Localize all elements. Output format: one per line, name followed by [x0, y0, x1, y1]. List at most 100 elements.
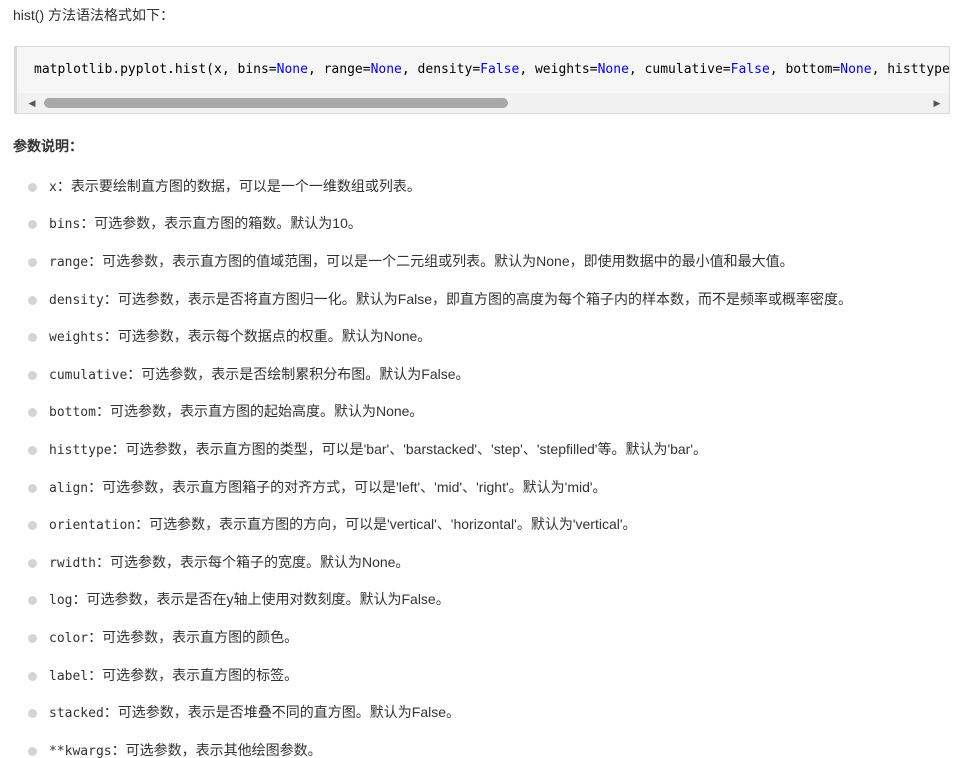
param-row: range：可选参数，表示直方图的值域范围，可以是一个二元组或列表。默认为Non… [49, 251, 794, 273]
list-item: x：表示要绘制直方图的数据，可以是一个一维数组或列表。 [0, 168, 954, 206]
bullet-icon [28, 370, 37, 380]
list-item: stacked：可选参数，表示是否堆叠不同的直方图。默认为False。 [0, 694, 954, 732]
bullet-icon [28, 295, 37, 305]
param-name: color [49, 630, 89, 646]
param-row: rwidth：可选参数，表示每个箱子的宽度。默认为None。 [49, 552, 409, 574]
code-keyword: None [597, 62, 629, 77]
param-name: bottom [49, 405, 96, 421]
scroll-right-arrow-icon[interactable]: ▶ [927, 93, 947, 113]
scroll-left-arrow-icon[interactable]: ◀ [22, 93, 42, 113]
param-description: ：可选参数，表示直方图的标签。 [88, 666, 299, 683]
param-list: x：表示要绘制直方图的数据，可以是一个一维数组或列表。 bins：可选参数，表示直… [0, 168, 954, 758]
bullet-icon [28, 633, 37, 643]
param-description: ：表示要绘制直方图的数据，可以是一个一维数组或列表。 [56, 177, 421, 194]
bullet-icon [28, 220, 37, 230]
param-description: ：可选参数，表示直方图的起始高度。默认为None。 [95, 403, 424, 420]
param-name: x [49, 179, 57, 195]
param-name: **kwargs [49, 743, 112, 758]
section-title: 参数说明： [13, 138, 83, 154]
bullet-icon [28, 746, 37, 756]
list-item: density：可选参数，表示是否将直方图归一化。默认为False，即直方图的高… [0, 281, 954, 319]
param-row: bins：可选参数，表示直方图的箱数。默认为10。 [49, 213, 362, 235]
scrollbar-thumb[interactable] [44, 98, 508, 108]
param-row: bottom：可选参数，表示直方图的起始高度。默认为None。 [49, 401, 423, 423]
param-name: align [49, 480, 89, 496]
bullet-icon [28, 521, 37, 531]
param-description: ：可选参数，表示其他绘图参数。 [111, 741, 322, 758]
param-description: ：可选参数，表示直方图的箱数。默认为10。 [80, 215, 362, 232]
param-row: histtype：可选参数，表示直方图的类型，可以是'bar'、'barstac… [49, 439, 707, 461]
param-description: ：可选参数，表示直方图的方向，可以是'vertical'、'horizontal… [135, 516, 637, 533]
bullet-icon [28, 408, 37, 418]
bullet-icon [28, 596, 37, 606]
param-name: histtype [49, 442, 112, 458]
code-text: , range= [307, 62, 371, 77]
param-description: ：可选参数，表示是否堆叠不同的直方图。默认为False。 [103, 704, 461, 721]
code-text: , density= [401, 62, 481, 77]
code-text: , weights= [519, 62, 598, 77]
list-item: range：可选参数，表示直方图的值域范围，可以是一个二元组或列表。默认为Non… [0, 243, 954, 281]
param-row: **kwargs：可选参数，表示其他绘图参数。 [49, 740, 322, 758]
param-row: stacked：可选参数，表示是否堆叠不同的直方图。默认为False。 [49, 702, 460, 724]
code-keyword: None [840, 62, 872, 77]
list-item: orientation：可选参数，表示直方图的方向，可以是'vertical'、… [0, 506, 954, 544]
code-text: matplotlib.pyplot.hist(x, bins= [34, 62, 277, 77]
param-name: cumulative [49, 367, 128, 383]
list-item: **kwargs：可选参数，表示其他绘图参数。 [0, 732, 954, 758]
param-row: cumulative：可选参数，表示是否绘制累积分布图。默认为False。 [49, 364, 470, 386]
list-item: bins：可选参数，表示直方图的箱数。默认为10。 [0, 206, 954, 244]
list-item: histtype：可选参数，表示直方图的类型，可以是'bar'、'barstac… [0, 431, 954, 469]
param-description: ：可选参数，表示直方图箱子的对齐方式，可以是'left'、'mid'、'righ… [88, 478, 607, 495]
param-description: ：可选参数，表示每个箱子的宽度。默认为None。 [95, 553, 410, 570]
code-text: , cumulative= [628, 62, 731, 77]
param-row: density：可选参数，表示是否将直方图归一化。默认为False，即直方图的高… [49, 289, 852, 311]
code-keyword: False [730, 62, 770, 77]
param-row: x：表示要绘制直方图的数据，可以是一个一维数组或列表。 [49, 176, 421, 198]
list-item: cumulative：可选参数，表示是否绘制累积分布图。默认为False。 [0, 356, 954, 394]
param-name: label [49, 668, 89, 684]
param-name: bins [49, 217, 81, 233]
param-name: orientation [49, 518, 136, 534]
param-row: label：可选参数，表示直方图的标签。 [49, 665, 298, 687]
list-item: align：可选参数，表示直方图箱子的对齐方式，可以是'left'、'mid'、… [0, 469, 954, 507]
list-item: rwidth：可选参数，表示每个箱子的宽度。默认为None。 [0, 544, 954, 582]
bullet-icon [28, 709, 37, 719]
param-row: weights：可选参数，表示每个数据点的权重。默认为None。 [49, 326, 431, 348]
code-text: , histtype= [871, 62, 950, 77]
param-row: align：可选参数，表示直方图箱子的对齐方式，可以是'left'、'mid'、… [49, 477, 607, 499]
param-name: density [49, 292, 104, 308]
param-description: ：可选参数，表示是否在y轴上使用对数刻度。默认为False。 [72, 591, 450, 608]
code-text: , bottom= [769, 62, 841, 77]
list-item: color：可选参数，表示直方图的颜色。 [0, 619, 954, 657]
param-name: stacked [49, 706, 104, 722]
param-description: ：可选参数，表示是否绘制累积分布图。默认为False。 [127, 365, 470, 382]
param-row: orientation：可选参数，表示直方图的方向，可以是'vertical'、… [49, 514, 637, 536]
code-keyword: None [276, 62, 308, 77]
param-name: log [49, 593, 73, 609]
horizontal-scrollbar[interactable]: ◀ ▶ [17, 93, 949, 113]
code-keyword: False [480, 62, 520, 77]
param-name: rwidth [49, 555, 96, 571]
bullet-icon [28, 182, 37, 192]
code-line: matplotlib.pyplot.hist(x, bins=None, ran… [34, 61, 950, 79]
code-block: matplotlib.pyplot.hist(x, bins=None, ran… [14, 46, 950, 114]
param-row: color：可选参数，表示直方图的颜色。 [49, 627, 298, 649]
param-description: ：可选参数，表示直方图的值域范围，可以是一个二元组或列表。默认为None，即使用… [88, 252, 794, 269]
param-row: log：可选参数，表示是否在y轴上使用对数刻度。默认为False。 [49, 589, 450, 611]
bullet-icon [28, 257, 37, 267]
bullet-icon [28, 671, 37, 681]
bullet-icon [28, 445, 37, 455]
list-item: log：可选参数，表示是否在y轴上使用对数刻度。默认为False。 [0, 582, 954, 620]
bullet-icon [28, 558, 37, 568]
param-name: weights [49, 330, 104, 346]
list-item: weights：可选参数，表示每个数据点的权重。默认为None。 [0, 318, 954, 356]
bullet-icon [28, 483, 37, 493]
param-description: ：可选参数，表示直方图的颜色。 [88, 628, 299, 645]
param-description: ：可选参数，表示是否将直方图归一化。默认为False，即直方图的高度为每个箱子内… [103, 290, 853, 307]
list-item: label：可选参数，表示直方图的标签。 [0, 657, 954, 695]
intro-text: hist() 方法语法格式如下： [13, 7, 174, 23]
param-description: ：可选参数，表示直方图的类型，可以是'bar'、'barstacked'、'st… [111, 440, 708, 457]
list-item: bottom：可选参数，表示直方图的起始高度。默认为None。 [0, 394, 954, 432]
param-description: ：可选参数，表示每个数据点的权重。默认为None。 [103, 328, 432, 345]
bullet-icon [28, 333, 37, 343]
